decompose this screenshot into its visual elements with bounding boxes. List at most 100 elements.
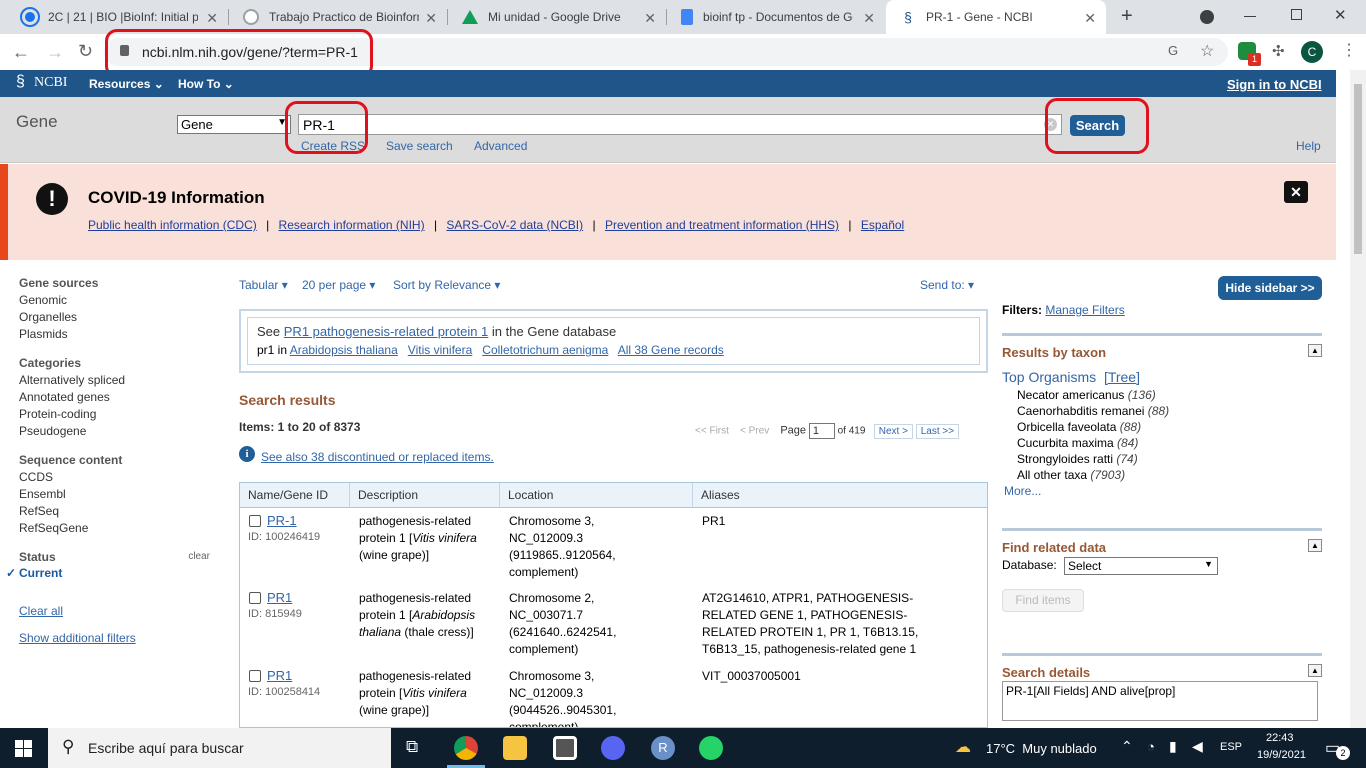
clock-date[interactable]: 19/9/2021: [1257, 749, 1306, 761]
page-scrollbar[interactable]: [1350, 70, 1366, 728]
browser-tab-ncbi[interactable]: § PR-1 - Gene - NCBI ✕: [886, 0, 1106, 34]
taxon-item[interactable]: Necator americanus (136): [1017, 387, 1322, 403]
row-checkbox[interactable]: [249, 592, 261, 604]
r-app-icon[interactable]: R: [651, 736, 675, 760]
sort-menu[interactable]: Sort by Relevance ▾: [393, 278, 500, 292]
save-search-link[interactable]: Save search: [386, 139, 453, 153]
whatsapp-icon[interactable]: [699, 736, 723, 760]
search-input[interactable]: PR-1 ✕: [298, 114, 1062, 135]
covid-link-hhs[interactable]: Prevention and treatment information (HH…: [605, 218, 839, 232]
new-tab-icon[interactable]: +: [1121, 5, 1133, 28]
col-header-location[interactable]: Location: [500, 483, 693, 508]
top-organisms-link[interactable]: Top Organisms: [1002, 369, 1096, 385]
status-clear-link[interactable]: clear: [188, 551, 210, 562]
filter-alt-spliced[interactable]: Alternatively spliced: [19, 373, 214, 387]
tab-search-icon[interactable]: [1200, 10, 1214, 24]
close-tab-icon[interactable]: ✕: [863, 10, 875, 27]
see-gene-link[interactable]: PR1 pathogenesis-related protein 1: [284, 324, 489, 339]
filter-ccds[interactable]: CCDS: [19, 470, 214, 484]
file-explorer-icon[interactable]: [503, 736, 527, 760]
org-link-arabidopsis[interactable]: Arabidopsis thaliana: [290, 343, 398, 357]
send-to-menu[interactable]: Send to: ▾: [920, 278, 974, 292]
taskbar-search-box[interactable]: ⚲ Escribe aquí para buscar: [48, 728, 391, 768]
help-link[interactable]: Help: [1296, 139, 1321, 153]
close-tab-icon[interactable]: ✕: [1084, 10, 1096, 27]
browser-tab-drive[interactable]: Mi unidad - Google Drive ✕: [448, 0, 666, 34]
clock-time[interactable]: 22:43: [1266, 732, 1294, 744]
profile-avatar[interactable]: C: [1301, 41, 1323, 63]
menu-kebab-icon[interactable]: ⋮: [1341, 40, 1357, 60]
format-menu[interactable]: Tabular ▾: [239, 278, 288, 292]
weather-icon[interactable]: ☁: [955, 737, 971, 757]
filter-ensembl[interactable]: Ensembl: [19, 487, 214, 501]
ncbi-logo-icon[interactable]: §: [16, 73, 25, 91]
taxon-item[interactable]: Strongyloides ratti (74): [1017, 451, 1322, 467]
discontinued-link[interactable]: See also 38 discontinued or replaced ite…: [261, 450, 494, 464]
covid-link-ncbi[interactable]: SARS-CoV-2 data (NCBI): [446, 218, 583, 232]
filter-organelles[interactable]: Organelles: [19, 310, 214, 324]
filter-current[interactable]: ✓ Current: [6, 566, 214, 580]
restore-icon[interactable]: [1291, 9, 1302, 20]
taxon-item[interactable]: Caenorhabditis remanei (88): [1017, 403, 1322, 419]
row-checkbox[interactable]: [249, 515, 261, 527]
close-tab-icon[interactable]: ✕: [425, 10, 437, 27]
tree-link[interactable]: [Tree]: [1104, 369, 1140, 385]
hide-sidebar-button[interactable]: Hide sidebar >>: [1218, 276, 1322, 300]
close-banner-icon[interactable]: ✕: [1284, 181, 1308, 203]
resources-menu[interactable]: Resources ⌄: [89, 77, 164, 91]
org-link-vitis[interactable]: Vitis vinifera: [408, 343, 472, 357]
more-taxa-link[interactable]: More...: [1004, 484, 1322, 498]
taxon-item[interactable]: Cucurbita maxima (84): [1017, 435, 1322, 451]
close-window-icon[interactable]: ✕: [1334, 6, 1347, 24]
forward-icon[interactable]: →: [46, 42, 64, 63]
filter-genomic[interactable]: Genomic: [19, 293, 214, 307]
gene-link[interactable]: PR-1: [267, 513, 297, 528]
covid-link-espanol[interactable]: Español: [861, 218, 904, 232]
close-tab-icon[interactable]: ✕: [206, 10, 218, 27]
taxon-item[interactable]: Orbicella faveolata (88): [1017, 419, 1322, 435]
browser-tab-docs[interactable]: bioinf tp - Documentos de Goo ✕: [667, 0, 885, 34]
extensions-puzzle-icon[interactable]: ✣: [1272, 42, 1285, 60]
reload-icon[interactable]: ↻: [78, 41, 93, 62]
collapse-icon[interactable]: ▲: [1308, 664, 1322, 677]
task-view-icon[interactable]: ⧉: [406, 737, 418, 757]
network-icon[interactable]: ◔: [1147, 739, 1155, 754]
close-tab-icon[interactable]: ✕: [644, 10, 656, 27]
pager-prev[interactable]: < Prev: [740, 426, 769, 437]
sign-in-link[interactable]: Sign in to NCBI: [1227, 77, 1322, 92]
row-checkbox[interactable]: [249, 670, 261, 682]
per-page-menu[interactable]: 20 per page ▾: [302, 278, 375, 292]
clear-all-link[interactable]: Clear all: [19, 604, 214, 618]
taxon-item[interactable]: All other taxa (7903): [1017, 467, 1322, 483]
manage-filters-link[interactable]: Manage Filters: [1045, 303, 1124, 317]
covid-link-nih[interactable]: Research information (NIH): [279, 218, 425, 232]
gene-link[interactable]: PR1: [267, 668, 292, 683]
collapse-icon[interactable]: ▲: [1308, 539, 1322, 552]
advanced-link[interactable]: Advanced: [474, 139, 527, 153]
gene-link[interactable]: PR1: [267, 590, 292, 605]
filter-refseqgene[interactable]: RefSeqGene: [19, 521, 214, 535]
col-header-description[interactable]: Description: [350, 483, 500, 508]
find-items-button[interactable]: Find items: [1002, 589, 1084, 612]
pager-first[interactable]: << First: [695, 426, 729, 437]
related-database-select[interactable]: Select ▼: [1064, 557, 1218, 575]
chevron-up-icon[interactable]: ⌃: [1121, 738, 1133, 755]
col-header-name[interactable]: Name/Gene ID: [240, 483, 350, 508]
discord-icon[interactable]: [601, 736, 625, 760]
filter-annotated[interactable]: Annotated genes: [19, 390, 214, 404]
translate-icon[interactable]: G: [1168, 43, 1178, 58]
all-gene-records-link[interactable]: All 38 Gene records: [618, 343, 724, 357]
filter-plasmids[interactable]: Plasmids: [19, 327, 214, 341]
org-link-colletotrichum[interactable]: Colletotrichum aenigma: [482, 343, 608, 357]
collapse-icon[interactable]: ▲: [1308, 344, 1322, 357]
page-number-input[interactable]: 1: [808, 423, 835, 439]
minimize-icon[interactable]: [1244, 16, 1256, 17]
database-select[interactable]: Gene ▼: [177, 115, 291, 134]
scrollbar-thumb[interactable]: [1354, 84, 1362, 254]
store-icon[interactable]: [553, 736, 577, 760]
pager-last[interactable]: Last >>: [915, 423, 960, 439]
weather-text[interactable]: 17°C Muy nublado: [986, 741, 1097, 756]
filter-pseudogene[interactable]: Pseudogene: [19, 424, 214, 438]
filter-protein-coding[interactable]: Protein-coding: [19, 407, 214, 421]
bookmark-star-icon[interactable]: ☆: [1200, 41, 1214, 61]
